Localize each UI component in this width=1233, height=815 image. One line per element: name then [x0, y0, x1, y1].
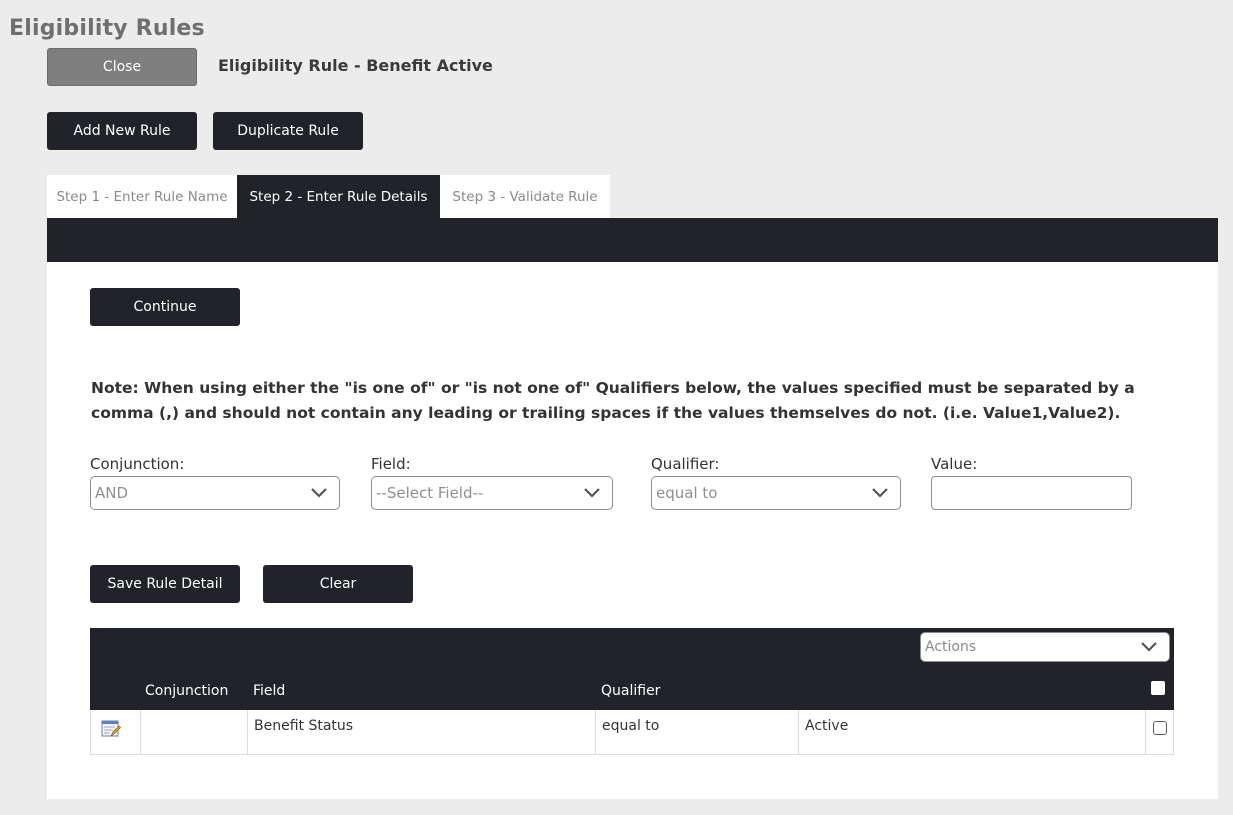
cell-field: Benefit Status [254, 718, 354, 734]
save-rule-detail-button[interactable]: Save Rule Detail [90, 565, 240, 603]
value-input[interactable] [931, 476, 1132, 510]
chevron-down-icon [872, 488, 888, 498]
column-header-conjunction: Conjunction [145, 683, 229, 699]
chevron-down-icon [584, 488, 600, 498]
actions-placeholder: Actions [925, 639, 977, 655]
field-value: --Select Field-- [376, 484, 484, 502]
tab-step-1[interactable]: Step 1 - Enter Rule Name [47, 175, 237, 218]
actions-select[interactable]: Actions [920, 632, 1170, 662]
field-label: Field: [371, 455, 411, 473]
tab-label: Step 1 - Enter Rule Name [56, 188, 228, 205]
chevron-down-icon [311, 488, 327, 498]
cell-divider [798, 710, 799, 754]
chevron-down-icon [1141, 642, 1157, 652]
continue-button[interactable]: Continue [90, 288, 240, 326]
qualifier-select[interactable]: equal to [651, 476, 901, 510]
tab-label: Step 2 - Enter Rule Details [249, 188, 428, 205]
cell-divider [1145, 710, 1146, 754]
clear-button[interactable]: Clear [263, 565, 413, 603]
close-button[interactable]: Close [47, 48, 197, 86]
cell-qualifier: equal to [602, 718, 660, 734]
cell-divider [140, 710, 141, 754]
duplicate-rule-button[interactable]: Duplicate Rule [213, 112, 363, 150]
field-select[interactable]: --Select Field-- [371, 476, 613, 510]
tab-label: Step 3 - Validate Rule [452, 188, 598, 205]
conjunction-select[interactable]: AND [90, 476, 340, 510]
conjunction-value: AND [95, 484, 129, 502]
table-row: Benefit Status equal to Active [90, 710, 1174, 755]
tab-step-3[interactable]: Step 3 - Validate Rule [440, 175, 610, 218]
value-label: Value: [931, 455, 978, 473]
column-header-qualifier: Qualifier [601, 683, 661, 699]
tab-content-header [47, 218, 1218, 262]
qualifier-value: equal to [656, 484, 718, 502]
page: Eligibility Rules Close Eligibility Rule… [0, 0, 1233, 815]
select-all-checkbox[interactable] [1151, 681, 1165, 695]
qualifier-note: Note: When using either the "is one of" … [91, 379, 1135, 422]
tab-step-2[interactable]: Step 2 - Enter Rule Details [237, 175, 440, 218]
row-checkbox[interactable] [1153, 721, 1167, 735]
page-title: Eligibility Rules [9, 16, 205, 41]
rule-heading: Eligibility Rule - Benefit Active [218, 56, 493, 75]
conjunction-label: Conjunction: [90, 455, 185, 473]
column-header-field: Field [253, 683, 286, 699]
cell-value: Active [805, 718, 849, 734]
qualifier-label: Qualifier: [651, 455, 720, 473]
cell-divider [595, 710, 596, 754]
edit-icon[interactable] [101, 719, 121, 739]
cell-divider [247, 710, 248, 754]
add-new-rule-button[interactable]: Add New Rule [47, 112, 197, 150]
